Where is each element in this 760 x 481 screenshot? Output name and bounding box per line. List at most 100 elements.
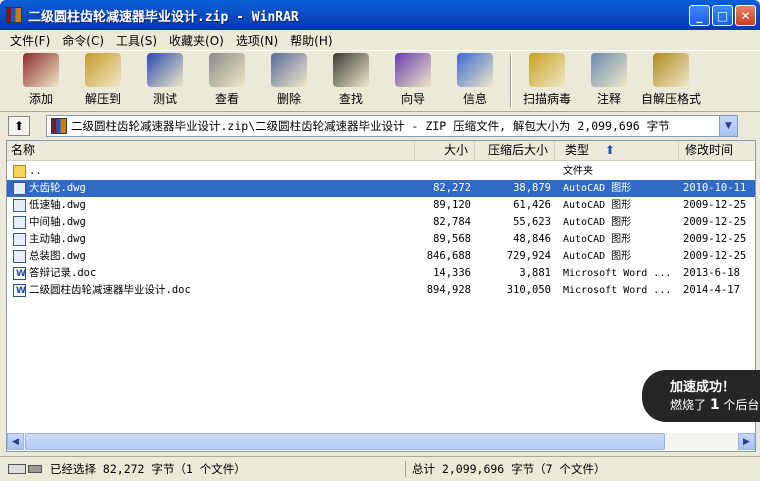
window-title: 二级圆柱齿轮减速器毕业设计.zip - WinRAR	[28, 9, 299, 25]
column-header-name[interactable]: 名称	[7, 141, 415, 160]
toolbar-label: 信息	[462, 92, 487, 106]
chevron-right-icon: ▶	[743, 436, 750, 447]
file-name: 总装图.dwg	[29, 250, 86, 262]
toolbar-button-7[interactable]: 信息	[444, 51, 506, 111]
toolbar-label: 自解压格式	[640, 92, 701, 106]
toolbar-label: 删除	[276, 92, 301, 106]
comment-icon	[591, 53, 627, 87]
file-name: ..	[29, 165, 42, 177]
column-header-packed[interactable]: 压缩后大小	[475, 141, 555, 160]
toolbar-label: 测试	[152, 92, 177, 106]
status-total: 总计 2,099,696 字节（7 个文件）	[405, 461, 606, 477]
file-name: 答辩记录.doc	[29, 267, 97, 279]
toolbar-button-1[interactable]: 解压到	[72, 51, 134, 111]
file-size: 894,928	[426, 284, 471, 296]
winrar-app-icon[interactable]	[6, 7, 22, 23]
toolbar-button-5[interactable]: 查找	[320, 51, 382, 111]
file-row[interactable]: 低速轴.dwg 89,120 61,426 AutoCAD 图形 2009-12-25	[7, 197, 755, 214]
doc-file-icon	[13, 283, 26, 300]
binoculars-icon	[333, 53, 369, 87]
menu-tools[interactable]: 工具(S)	[110, 32, 163, 49]
toolbar-label: 注释	[596, 92, 621, 106]
column-header-type-label: 类型	[565, 143, 590, 157]
toolbar-button-0[interactable]: 添加	[10, 51, 72, 111]
dwg-file-icon	[13, 182, 26, 195]
scroll-left-button[interactable]: ◀	[7, 433, 24, 450]
menu-options[interactable]: 选项(N)	[230, 32, 284, 49]
dwg-file-icon	[13, 250, 26, 263]
toolbar-button-3[interactable]: 查看	[196, 51, 258, 111]
dwg-file-icon	[13, 216, 26, 229]
toolbar-label: 扫描病毒	[522, 92, 571, 106]
menu-favorites[interactable]: 收藏夹(O)	[163, 32, 230, 49]
key-icon	[28, 465, 42, 473]
file-type: AutoCAD 图形	[563, 183, 632, 194]
file-size: 14,336	[433, 267, 471, 279]
maximize-button[interactable]: □	[712, 5, 733, 26]
extract-folder-icon	[85, 53, 121, 87]
column-header-modified[interactable]: 修改时间	[679, 141, 755, 160]
menu-bar: 文件(F) 命令(C) 工具(S) 收藏夹(O) 选项(N) 帮助(H)	[0, 30, 760, 50]
scroll-thumb[interactable]	[25, 433, 665, 450]
file-row[interactable]: 大齿轮.dwg 82,272 38,879 AutoCAD 图形 2010-10-11	[7, 180, 755, 197]
file-type: AutoCAD 图形	[563, 217, 632, 228]
up-folder-button[interactable]: ⬆	[8, 116, 30, 136]
file-packed-size: 3,881	[519, 267, 551, 279]
scroll-right-button[interactable]: ▶	[738, 433, 755, 450]
address-dropdown-button[interactable]: ▼	[719, 116, 737, 136]
menu-file[interactable]: 文件(F)	[4, 32, 56, 49]
toolbar-button-8[interactable]: 扫描病毒	[516, 51, 578, 111]
file-row[interactable]: 答辩记录.doc 14,336 3,881 Microsoft Word ... 201…	[7, 265, 755, 283]
chevron-down-icon: ▼	[725, 121, 732, 131]
toast-message-prefix: 燃烧了	[670, 398, 707, 412]
toast-message-suffix: 个后台	[723, 398, 760, 412]
toolbar: 添加 解压到 测试 查看 删除 查找 向导 信息 扫描病毒 注释 自解压格式	[0, 50, 760, 112]
file-modified: 2013-6-18	[683, 267, 740, 279]
file-row[interactable]: 总装图.dwg 846,688 729,924 AutoCAD 图形 2009-12-2…	[7, 248, 755, 265]
toolbar-button-6[interactable]: 向导	[382, 51, 444, 111]
column-header-type[interactable]: 类型 ⬆	[555, 141, 679, 160]
file-type: 文件夹	[563, 166, 593, 177]
file-type: AutoCAD 图形	[563, 234, 632, 245]
toolbar-label: 查看	[214, 92, 239, 106]
file-packed-size: 61,426	[513, 199, 551, 211]
title-bar[interactable]: 二级圆柱齿轮减速器毕业设计.zip - WinRAR _ □ ✕	[0, 0, 760, 30]
horizontal-scrollbar[interactable]: ◀ ▶	[7, 433, 755, 450]
file-modified: 2009-12-25	[683, 233, 747, 245]
toolbar-label: 添加	[28, 92, 53, 106]
file-row[interactable]: 二级圆柱齿轮减速器毕业设计.doc 894,928 310,050 Microsoft…	[7, 282, 755, 300]
file-row[interactable]: .. 文件夹	[7, 163, 755, 180]
file-type: AutoCAD 图形	[563, 251, 632, 262]
file-modified: 2009-12-25	[683, 199, 747, 211]
sfx-box-icon	[653, 53, 689, 87]
column-header-size[interactable]: 大小	[415, 141, 475, 160]
file-row[interactable]: 中间轴.dwg 82,784 55,623 AutoCAD 图形 2009-12-25	[7, 214, 755, 231]
file-modified: 2009-12-25	[683, 216, 747, 228]
wizard-icon	[395, 53, 431, 87]
window-controls: _ □ ✕	[689, 5, 756, 26]
minimize-button[interactable]: _	[689, 5, 710, 26]
file-row[interactable]: 主动轴.dwg 89,568 48,846 AutoCAD 图形 2009-12-25	[7, 231, 755, 248]
file-name: 中间轴.dwg	[29, 216, 86, 228]
toolbar-button-9[interactable]: 注释	[578, 51, 640, 111]
address-bar: ⬆ 二级圆柱齿轮减速器毕业设计.zip\二级圆柱齿轮减速器毕业设计 - ZIP …	[0, 113, 760, 139]
acceleration-toast[interactable]: 加速成功！ 燃烧了 1 个后台	[642, 370, 760, 422]
virus-scan-icon	[529, 53, 565, 87]
status-bar: 已经选择 82,272 字节（1 个文件） 总计 2,099,696 字节（7 …	[0, 456, 760, 481]
address-combobox[interactable]: 二级圆柱齿轮减速器毕业设计.zip\二级圆柱齿轮减速器毕业设计 - ZIP 压缩…	[46, 115, 738, 137]
up-arrow-icon: ⬆	[13, 119, 25, 133]
toolbar-button-10[interactable]: 自解压格式	[640, 51, 702, 111]
menu-help[interactable]: 帮助(H)	[284, 32, 338, 49]
close-button[interactable]: ✕	[735, 5, 756, 26]
status-selected: 已经选择 82,272 字节（1 个文件）	[50, 462, 246, 476]
menu-commands[interactable]: 命令(C)	[56, 32, 110, 49]
file-name: 低速轴.dwg	[29, 199, 86, 211]
toolbar-button-4[interactable]: 删除	[258, 51, 320, 111]
toolbar-button-2[interactable]: 测试	[134, 51, 196, 111]
file-size: 89,120	[433, 199, 471, 211]
file-size: 89,568	[433, 233, 471, 245]
file-name: 大齿轮.dwg	[29, 182, 86, 194]
add-books-icon	[23, 53, 59, 87]
toolbar-label: 查找	[338, 92, 363, 106]
toolbar-separator	[510, 54, 512, 108]
